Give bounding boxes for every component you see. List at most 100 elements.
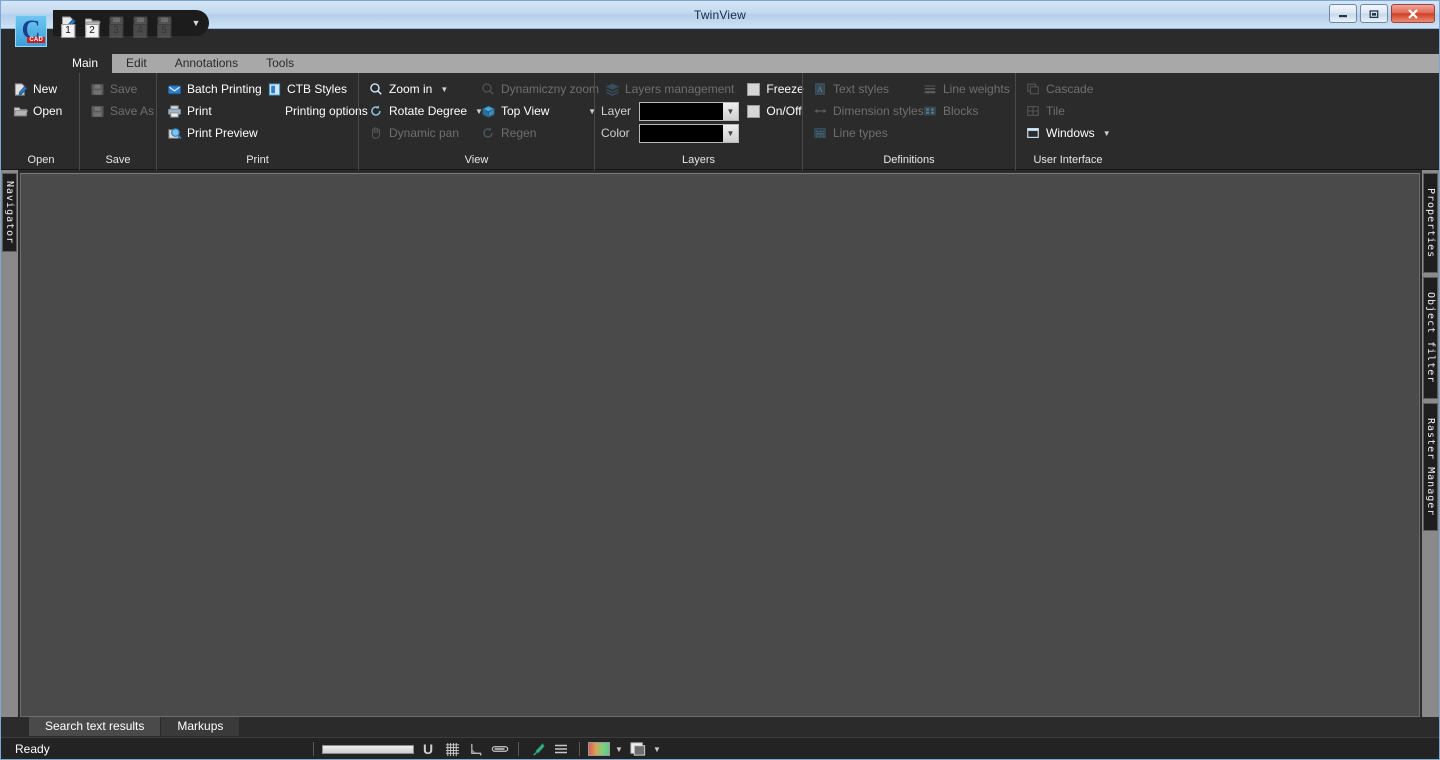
onoff-checkbox[interactable] bbox=[747, 104, 761, 118]
blocks-button: Blocks bbox=[919, 100, 1015, 122]
grid-icon[interactable] bbox=[442, 740, 462, 758]
windows-chevron-down-icon[interactable]: ▼ bbox=[1103, 129, 1111, 138]
open-button[interactable]: Open bbox=[9, 100, 67, 122]
save-as-label: Save As bbox=[110, 104, 155, 118]
quick-access-toolbar: 1 2 3 4 5 ▼ bbox=[53, 10, 209, 38]
ribbon-group-view-title: View bbox=[464, 154, 489, 166]
tab-search-text-results[interactable]: Search text results bbox=[29, 717, 162, 736]
qat-overflow-chevron-down-icon[interactable]: ▼ bbox=[187, 13, 205, 33]
dynamic-zoom-icon bbox=[480, 81, 496, 97]
layer-swatch[interactable] bbox=[628, 740, 648, 758]
tile-button: Tile bbox=[1022, 100, 1116, 122]
batch-printing-button[interactable]: Batch Printing bbox=[163, 78, 263, 100]
ortho-angle-icon[interactable] bbox=[466, 740, 486, 758]
tab-tools[interactable]: Tools bbox=[252, 54, 308, 73]
rotate-icon bbox=[368, 103, 384, 119]
tab-edit[interactable]: Edit bbox=[112, 54, 161, 73]
freeze-checkbox[interactable] bbox=[747, 82, 761, 96]
save-as-button: Save As bbox=[86, 100, 159, 122]
lines-icon[interactable] bbox=[551, 740, 571, 758]
capsule-icon[interactable] bbox=[490, 740, 510, 758]
print-button[interactable]: Print bbox=[163, 100, 263, 122]
ribbon-group-user-interface-title: User Interface bbox=[1033, 154, 1103, 166]
color-swatch-chevron-down-icon[interactable]: ▼ bbox=[614, 745, 624, 754]
freeze-checkbox-row[interactable]: Freeze bbox=[747, 78, 804, 100]
ribbon-group-open-title: Open bbox=[27, 154, 55, 166]
printing-options-label: Printing options bbox=[285, 104, 368, 118]
tile-label: Tile bbox=[1046, 104, 1065, 118]
new-icon bbox=[12, 81, 28, 97]
qat-open-button[interactable]: 2 bbox=[81, 12, 103, 38]
windows-button[interactable]: Windows ▼ bbox=[1022, 122, 1116, 144]
window-controls bbox=[1329, 4, 1435, 23]
printing-options-button[interactable]: Printing options bbox=[263, 100, 368, 122]
ctb-styles-label: CTB Styles bbox=[287, 82, 348, 96]
line-types-button: Line types bbox=[809, 122, 919, 144]
printer-icon bbox=[166, 103, 182, 119]
layer-row: Layer ▼ bbox=[601, 100, 739, 122]
snap-magnet-icon[interactable]: U bbox=[418, 740, 438, 758]
ribbon-tab-strip: Main Edit Annotations Tools bbox=[1, 54, 1439, 73]
ribbon-group-view: Zoom in ▼ Rotate Degree ▼ Dynamic pan Dy… bbox=[358, 73, 599, 170]
layer-combobox[interactable]: ▼ bbox=[639, 101, 739, 121]
dimension-styles-button: Dimension styles bbox=[809, 100, 924, 122]
color-swatch[interactable] bbox=[588, 742, 610, 756]
top-view-button[interactable]: Top View ▼ bbox=[477, 100, 601, 122]
left-dock: Navigator bbox=[1, 170, 18, 717]
ribbon-group-print-title: Print bbox=[246, 154, 269, 166]
freeze-label: Freeze bbox=[766, 82, 804, 96]
app-logo-badge: CAD bbox=[27, 37, 45, 43]
regen-button: Regen bbox=[477, 122, 601, 144]
ribbon-group-layers-title: Layers bbox=[681, 154, 716, 166]
ctb-styles-button[interactable]: CTB Styles bbox=[263, 78, 363, 100]
tab-markups[interactable]: Markups bbox=[161, 717, 241, 736]
sidebar-tab-navigator[interactable]: Navigator bbox=[2, 173, 17, 253]
print-preview-label: Print Preview bbox=[187, 126, 258, 140]
zoom-in-chevron-down-icon[interactable]: ▼ bbox=[440, 85, 448, 94]
tab-main[interactable]: Main bbox=[58, 54, 113, 73]
print-label: Print bbox=[187, 104, 212, 118]
layer-combobox-chevron-down-icon[interactable]: ▼ bbox=[723, 102, 738, 120]
layer-swatch-chevron-down-icon[interactable]: ▼ bbox=[652, 745, 662, 754]
zoom-in-button[interactable]: Zoom in ▼ bbox=[365, 78, 477, 100]
tab-annotations[interactable]: Annotations bbox=[161, 54, 252, 73]
ribbon-group-definitions-title: Definitions bbox=[883, 154, 935, 166]
layer-label: Layer bbox=[601, 104, 632, 118]
zoom-slider[interactable] bbox=[322, 744, 414, 754]
ctb-styles-icon bbox=[266, 81, 282, 97]
rotate-degree-button[interactable]: Rotate Degree ▼ bbox=[365, 100, 483, 122]
sidebar-tab-raster-manager[interactable]: Raster Manager bbox=[1423, 402, 1438, 531]
color-label: Color bbox=[601, 126, 630, 140]
save-icon bbox=[89, 81, 105, 97]
status-separator-2 bbox=[518, 742, 519, 756]
status-separator-1 bbox=[313, 742, 314, 756]
color-combobox[interactable]: ▼ bbox=[639, 123, 739, 143]
sidebar-tab-object-filter[interactable]: Object filter bbox=[1423, 277, 1438, 399]
close-button[interactable] bbox=[1391, 4, 1435, 23]
pen-icon[interactable] bbox=[527, 740, 547, 758]
qat-new-button[interactable]: 1 bbox=[57, 12, 79, 38]
qat-save-button: 3 bbox=[105, 12, 127, 38]
onoff-checkbox-row[interactable]: On/Off bbox=[747, 100, 803, 122]
dynamic-pan-button: Dynamic pan bbox=[365, 122, 477, 144]
drawing-canvas[interactable] bbox=[20, 173, 1420, 717]
restore-button[interactable] bbox=[1360, 4, 1388, 23]
qat-open-keytip: 2 bbox=[85, 24, 99, 38]
ribbon-group-save-title: Save bbox=[105, 154, 131, 166]
print-preview-button[interactable]: Print Preview bbox=[163, 122, 263, 144]
new-label: New bbox=[33, 82, 58, 96]
sidebar-tab-properties[interactable]: Properties bbox=[1423, 173, 1438, 274]
line-weights-label: Line weights bbox=[943, 82, 1010, 96]
layers-management-button: Layers management bbox=[601, 78, 739, 100]
drawing-area-wrapper bbox=[18, 170, 1422, 717]
title-bar: TwinView bbox=[1, 1, 1439, 29]
qat-print-button: 5 bbox=[153, 12, 175, 38]
cascade-button: Cascade bbox=[1022, 78, 1116, 100]
top-view-icon bbox=[480, 103, 496, 119]
app-logo[interactable]: C CAD bbox=[15, 15, 47, 47]
color-combobox-chevron-down-icon[interactable]: ▼ bbox=[723, 124, 738, 142]
minimize-button[interactable] bbox=[1329, 4, 1357, 23]
blocks-icon bbox=[922, 103, 938, 119]
new-button[interactable]: New bbox=[9, 78, 67, 100]
save-as-icon bbox=[89, 103, 105, 119]
